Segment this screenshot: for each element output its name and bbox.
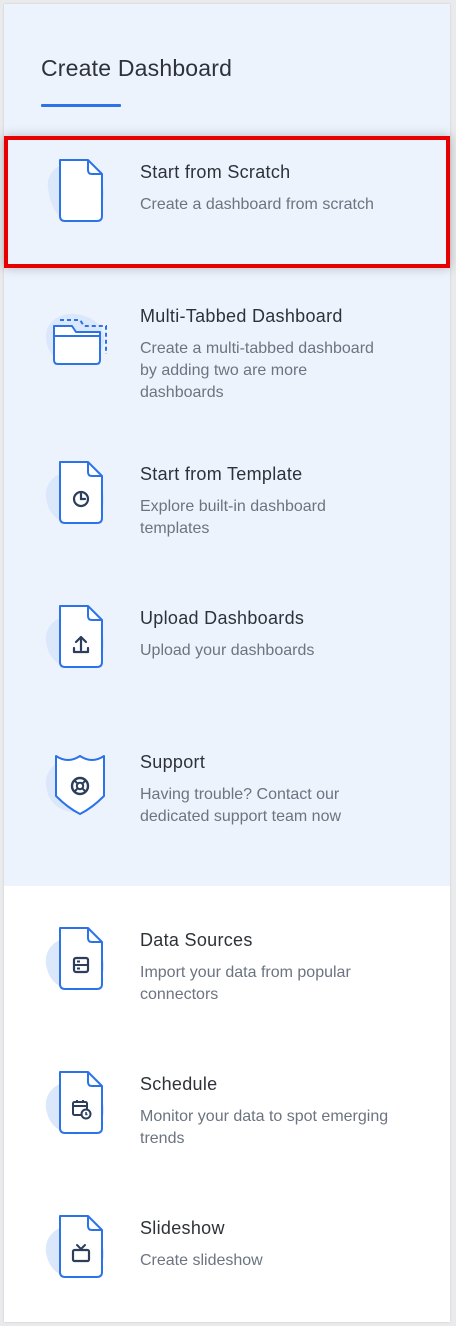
upload-icon <box>42 598 112 678</box>
item-title: Start from Template <box>140 464 303 484</box>
option-data-sources[interactable]: Data Sources Import your data from popul… <box>4 904 450 1036</box>
option-upload-dashboards[interactable]: Upload Dashboards Upload your dashboards <box>4 582 450 714</box>
title-underline <box>41 104 121 107</box>
item-description: Explore built-in dashboard templates <box>140 498 326 537</box>
option-multi-tabbed-dashboard[interactable]: Multi-Tabbed Dashboard Create a multi-ta… <box>4 280 450 412</box>
data-source-icon <box>42 920 112 1000</box>
schedule-calendar-icon <box>42 1064 112 1144</box>
item-title: Schedule <box>140 1074 218 1094</box>
item-description: Create a dashboard from scratch <box>140 196 374 213</box>
support-shield-icon <box>42 742 112 822</box>
option-start-from-scratch[interactable]: Start from Scratch Create a dashboard fr… <box>4 136 450 268</box>
item-description: Create slideshow <box>140 1252 263 1269</box>
template-clock-icon <box>42 454 112 534</box>
item-title: Support <box>140 752 206 772</box>
page-title: Create Dashboard <box>41 55 233 81</box>
item-description: Having trouble? Contact our dedicated su… <box>140 786 342 825</box>
document-icon <box>42 152 112 232</box>
item-title: Upload Dashboards <box>140 608 305 628</box>
option-slideshow[interactable]: Slideshow Create slideshow <box>4 1192 450 1324</box>
option-schedule[interactable]: Schedule Monitor your data to spot emerg… <box>4 1048 450 1180</box>
create-dashboard-panel: Create Dashboard Start from Scratch Crea… <box>4 4 450 1322</box>
item-description: Upload your dashboards <box>140 642 315 659</box>
item-description: Import your data from popular connectors <box>140 964 351 1003</box>
item-description: Create a multi-tabbed dashboard by addin… <box>140 340 374 401</box>
option-support[interactable]: Support Having trouble? Contact our dedi… <box>4 726 450 858</box>
panel-header: Create Dashboard <box>4 4 450 132</box>
item-title: Multi-Tabbed Dashboard <box>140 306 343 326</box>
folder-tabs-icon <box>42 296 112 376</box>
item-title: Data Sources <box>140 930 253 950</box>
item-title: Start from Scratch <box>140 162 291 182</box>
slideshow-tv-icon <box>42 1208 112 1288</box>
item-title: Slideshow <box>140 1218 225 1238</box>
item-description: Monitor your data to spot emerging trend… <box>140 1108 389 1147</box>
option-start-from-template[interactable]: Start from Template Explore built-in das… <box>4 438 450 570</box>
